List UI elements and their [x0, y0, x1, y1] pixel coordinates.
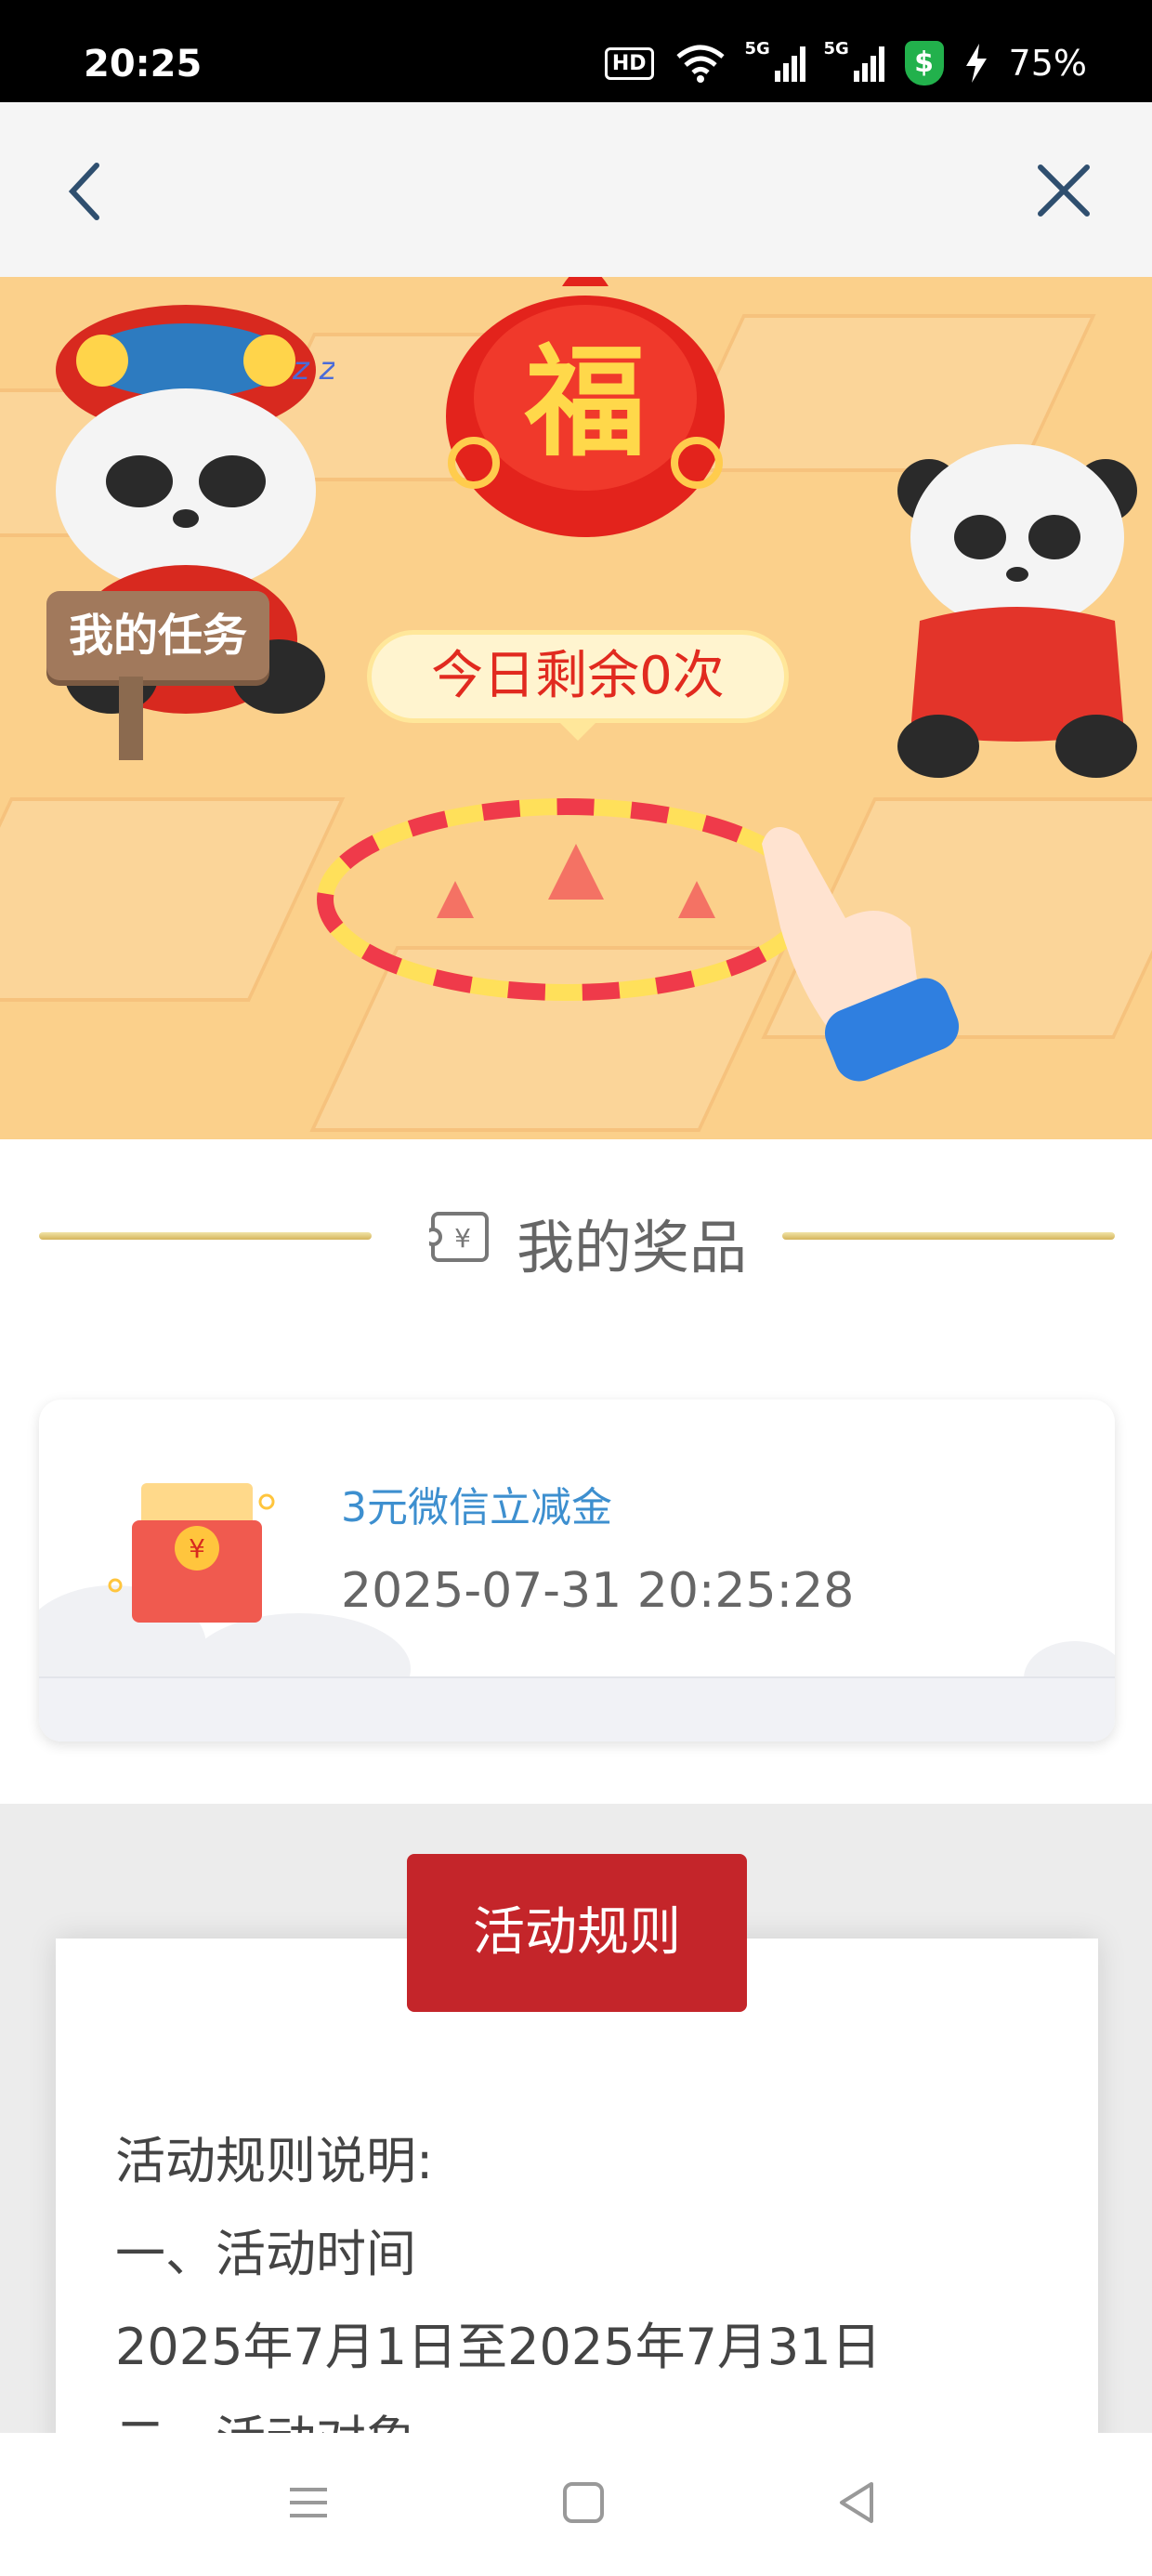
- shield-icon: $: [904, 41, 944, 85]
- chevron-left-icon[interactable]: [56, 158, 121, 223]
- prize-card-footer: [39, 1676, 1115, 1741]
- prize-date: 2025-07-31 20:25:28: [341, 1563, 855, 1619]
- my-tasks-button[interactable]: 我的任务: [46, 591, 269, 680]
- coupon-icon: ¥: [429, 1212, 489, 1262]
- floor-tile: [0, 797, 346, 1002]
- close-icon[interactable]: [1031, 158, 1096, 223]
- panda-mascot: [897, 444, 1137, 778]
- svg-text:¥: ¥: [189, 1533, 205, 1564]
- nav-bar: [0, 102, 1152, 277]
- prizes-title: 我的奖品: [517, 1214, 748, 1281]
- wifi-icon: [675, 45, 725, 83]
- signal-icon: 5G: [745, 39, 805, 82]
- charging-icon: [965, 44, 987, 83]
- status-icons: HD 5G 5G $ 75%: [604, 39, 1087, 85]
- rules-line: 一、活动时间: [115, 2225, 416, 2283]
- signal-icon: 5G: [824, 39, 884, 82]
- remaining-attempts-badge: 今日剩余0次: [367, 630, 789, 741]
- prize-list: ¥ 3元微信立减金 2025-07-31 20:25:28: [0, 1362, 1152, 1804]
- rules-section: 活动规则 活动规则说明: 一、活动时间 2025年7月1日至2025年7月31日…: [0, 1804, 1152, 2496]
- svg-text:¥: ¥: [454, 1223, 471, 1254]
- divider-line: [39, 1232, 372, 1240]
- status-bar: 20:25 HD 5G 5G $ 75%: [0, 0, 1152, 102]
- rules-line: 2025年7月1日至2025年7月31日: [115, 2318, 882, 2376]
- system-nav-bar: [0, 2433, 1152, 2576]
- svg-text:z z: z z: [292, 350, 334, 388]
- battery-level: 75%: [1008, 43, 1087, 84]
- rules-text: 活动规则说明: 一、活动时间 2025年7月1日至2025年7月31日 二、活动…: [115, 2115, 882, 2487]
- hd-voice-icon: HD: [604, 46, 654, 80]
- divider-line: [782, 1232, 1115, 1240]
- menu-icon[interactable]: [281, 2475, 336, 2530]
- prize-name: 3元微信立减金: [341, 1484, 612, 1531]
- red-envelope-icon: ¥: [108, 1483, 275, 1623]
- pointing-hand-icon: [762, 827, 960, 1082]
- rules-line: 活动规则说明:: [115, 2132, 434, 2190]
- game-banner: 福 z z 我的任务 今日剩余0次: [0, 277, 1152, 1139]
- prize-card[interactable]: ¥ 3元微信立减金 2025-07-31 20:25:28: [39, 1400, 1115, 1741]
- status-time: 20:25: [84, 43, 203, 85]
- back-triangle-icon[interactable]: [829, 2475, 884, 2530]
- home-icon[interactable]: [556, 2475, 611, 2530]
- fortune-character: 福: [524, 332, 646, 473]
- activity-rules-button[interactable]: 活动规则: [407, 1854, 747, 2012]
- prizes-header: ¥ 我的奖品: [0, 1139, 1152, 1362]
- sign-pole: [119, 677, 143, 760]
- lucky-bag-icon[interactable]: 福: [437, 277, 734, 537]
